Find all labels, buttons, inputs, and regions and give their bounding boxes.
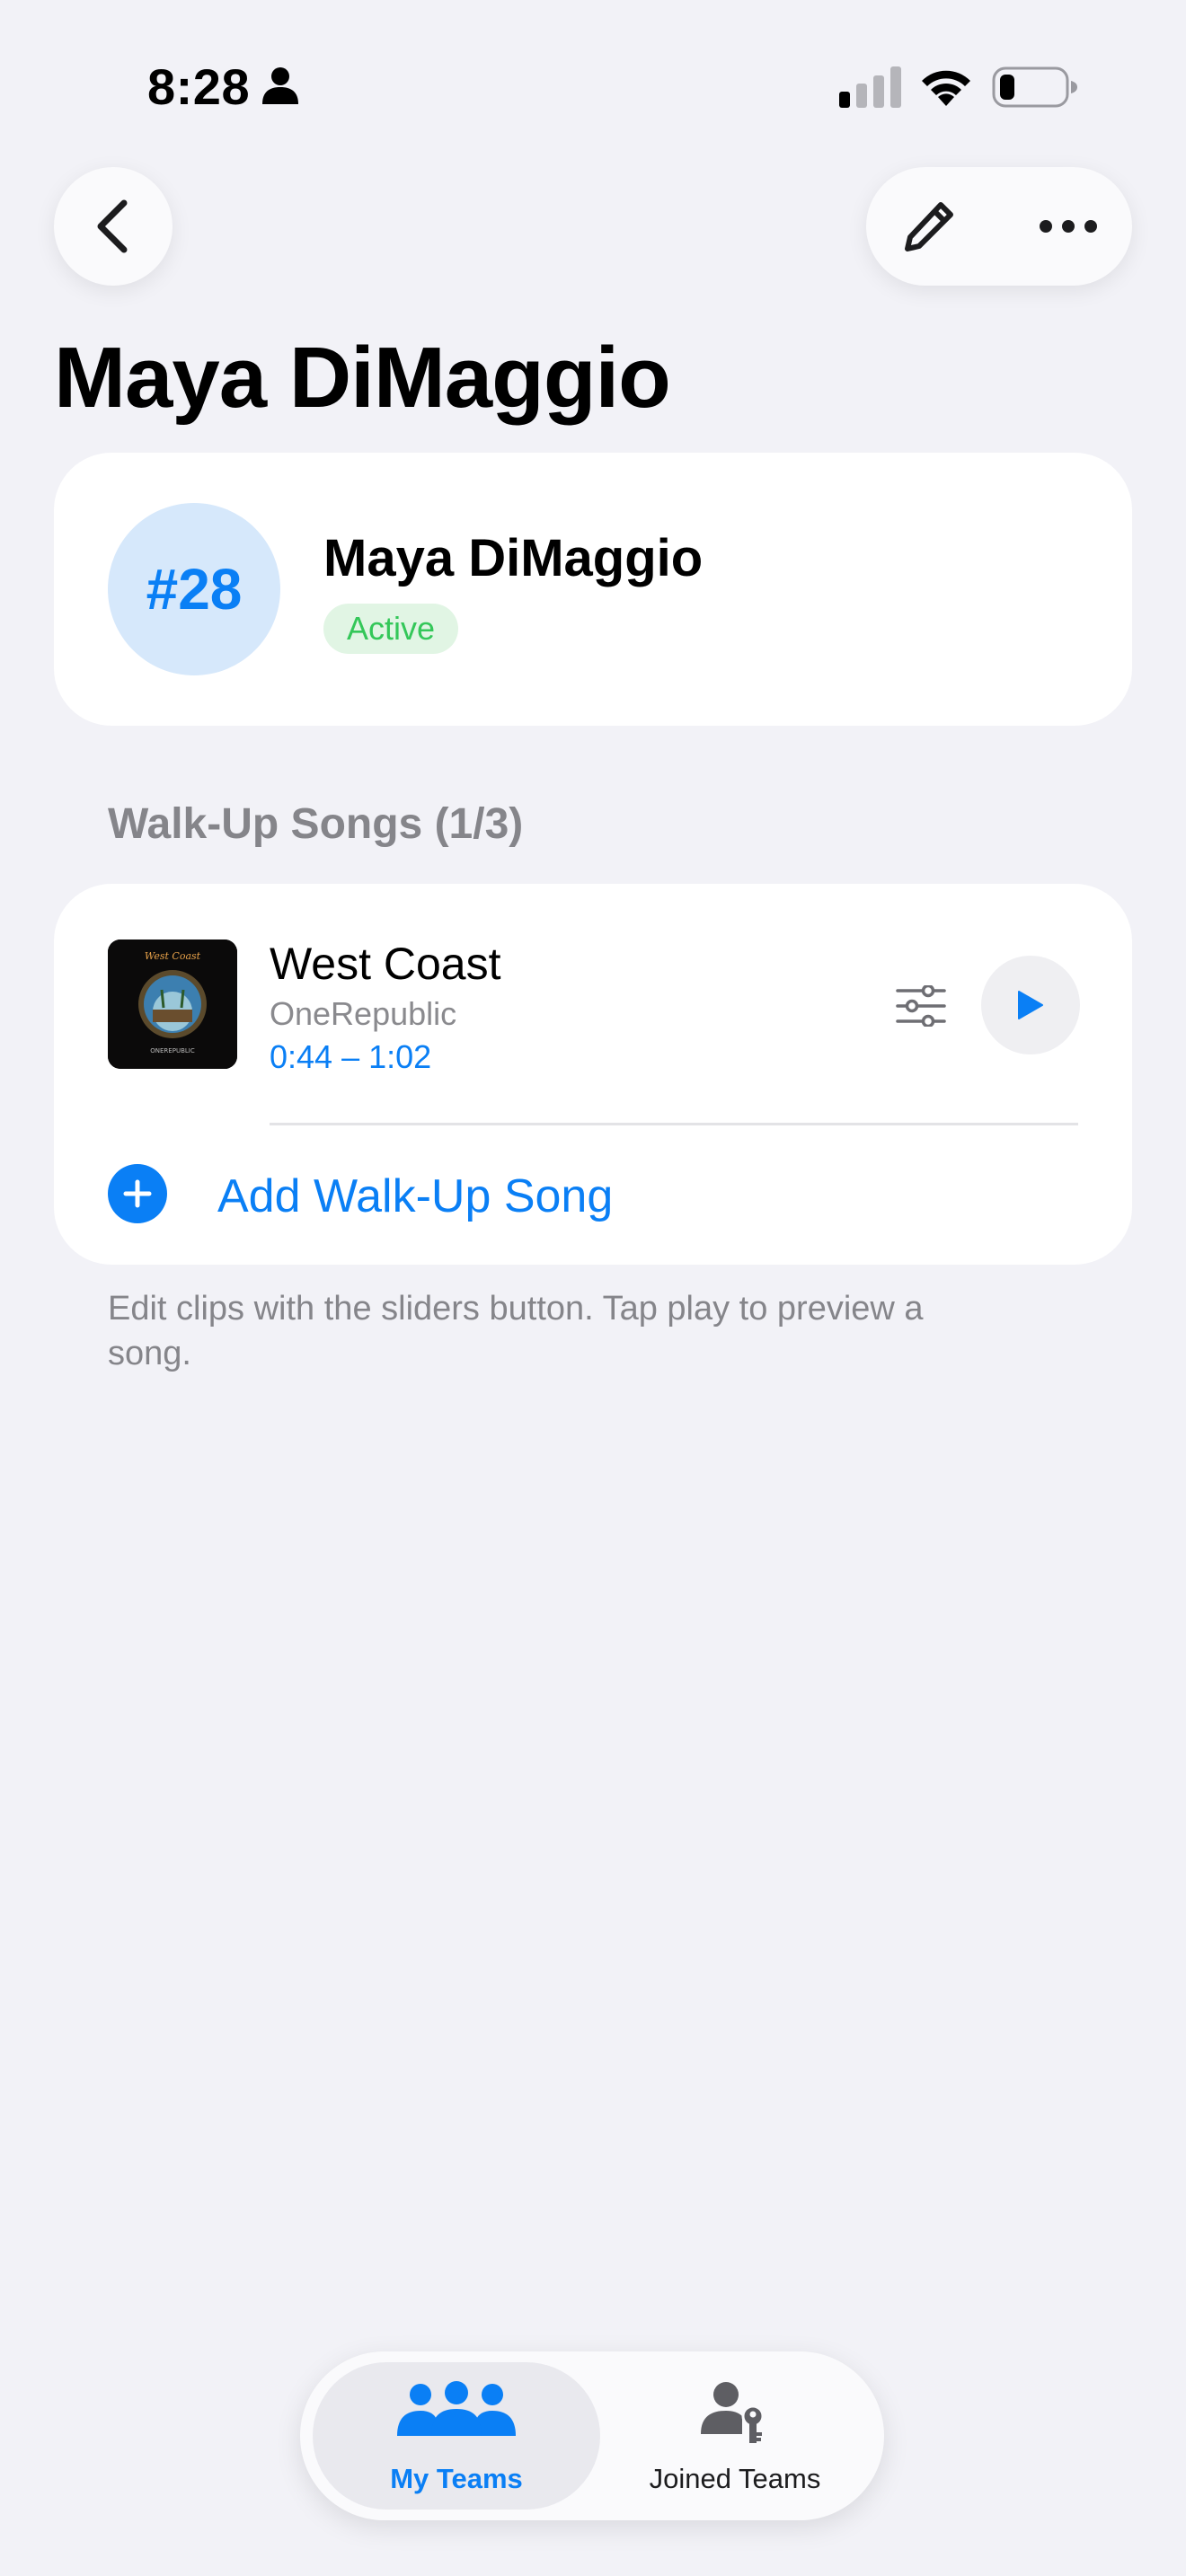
status-time: 8:28 [147,58,251,115]
tab-my-teams-label: My Teams [390,2463,523,2494]
song-artist: OneRepublic [270,995,457,1032]
tab-bar: My Teams Joined Teams [300,2351,884,2520]
album-art-title: West Coast [145,950,201,962]
people-group-icon [397,2381,516,2436]
add-walkup-song-label: Add Walk-Up Song [217,1170,614,1222]
ellipsis-icon [1040,220,1097,233]
player-name: Maya DiMaggio [323,529,704,587]
add-walkup-song-button[interactable]: Add Walk-Up Song [108,1150,1096,1239]
edit-button[interactable] [893,190,965,262]
chevron-left-icon [97,199,128,253]
cellular-signal-icon [839,66,901,108]
status-badge: Active [323,604,459,654]
nav-actions [866,167,1132,286]
walkup-songs-footer: Edit clips with the sliders button. Tap … [108,1290,924,1372]
tab-my-teams[interactable]: My Teams [313,2362,600,2510]
tab-joined-teams-label: Joined Teams [649,2463,821,2494]
divider [270,1123,1078,1125]
back-button[interactable] [54,167,173,286]
walkup-songs-header: Walk-Up Songs (1/3) [108,800,524,848]
tab-joined-teams[interactable]: Joined Teams [600,2362,870,2510]
play-icon [1018,991,1043,1019]
battery-icon [992,66,1077,108]
sliders-icon [896,985,946,1027]
edit-clip-button[interactable] [890,979,952,1033]
more-button[interactable] [1028,190,1109,262]
album-art: West Coast ONEREPUBLIC [108,940,237,1069]
wifi-icon [922,70,970,106]
jersey-number-badge: #28 [108,503,280,675]
plus-circle-icon [108,1164,167,1223]
player-card: #28 Maya DiMaggio Active [54,453,1132,726]
person-key-icon [701,2382,765,2443]
person-icon [262,67,298,104]
play-preview-button[interactable] [981,956,1080,1054]
page-title: Maya DiMaggio [54,330,671,426]
song-clip-range: 0:44 – 1:02 [270,1038,432,1075]
album-art-artist: ONEREPUBLIC [150,1047,195,1054]
walkup-songs-card: West Coast ONEREPUBLIC West Coast OneRep… [54,884,1132,1265]
song-title: West Coast [270,939,501,989]
pencil-icon [905,202,953,251]
